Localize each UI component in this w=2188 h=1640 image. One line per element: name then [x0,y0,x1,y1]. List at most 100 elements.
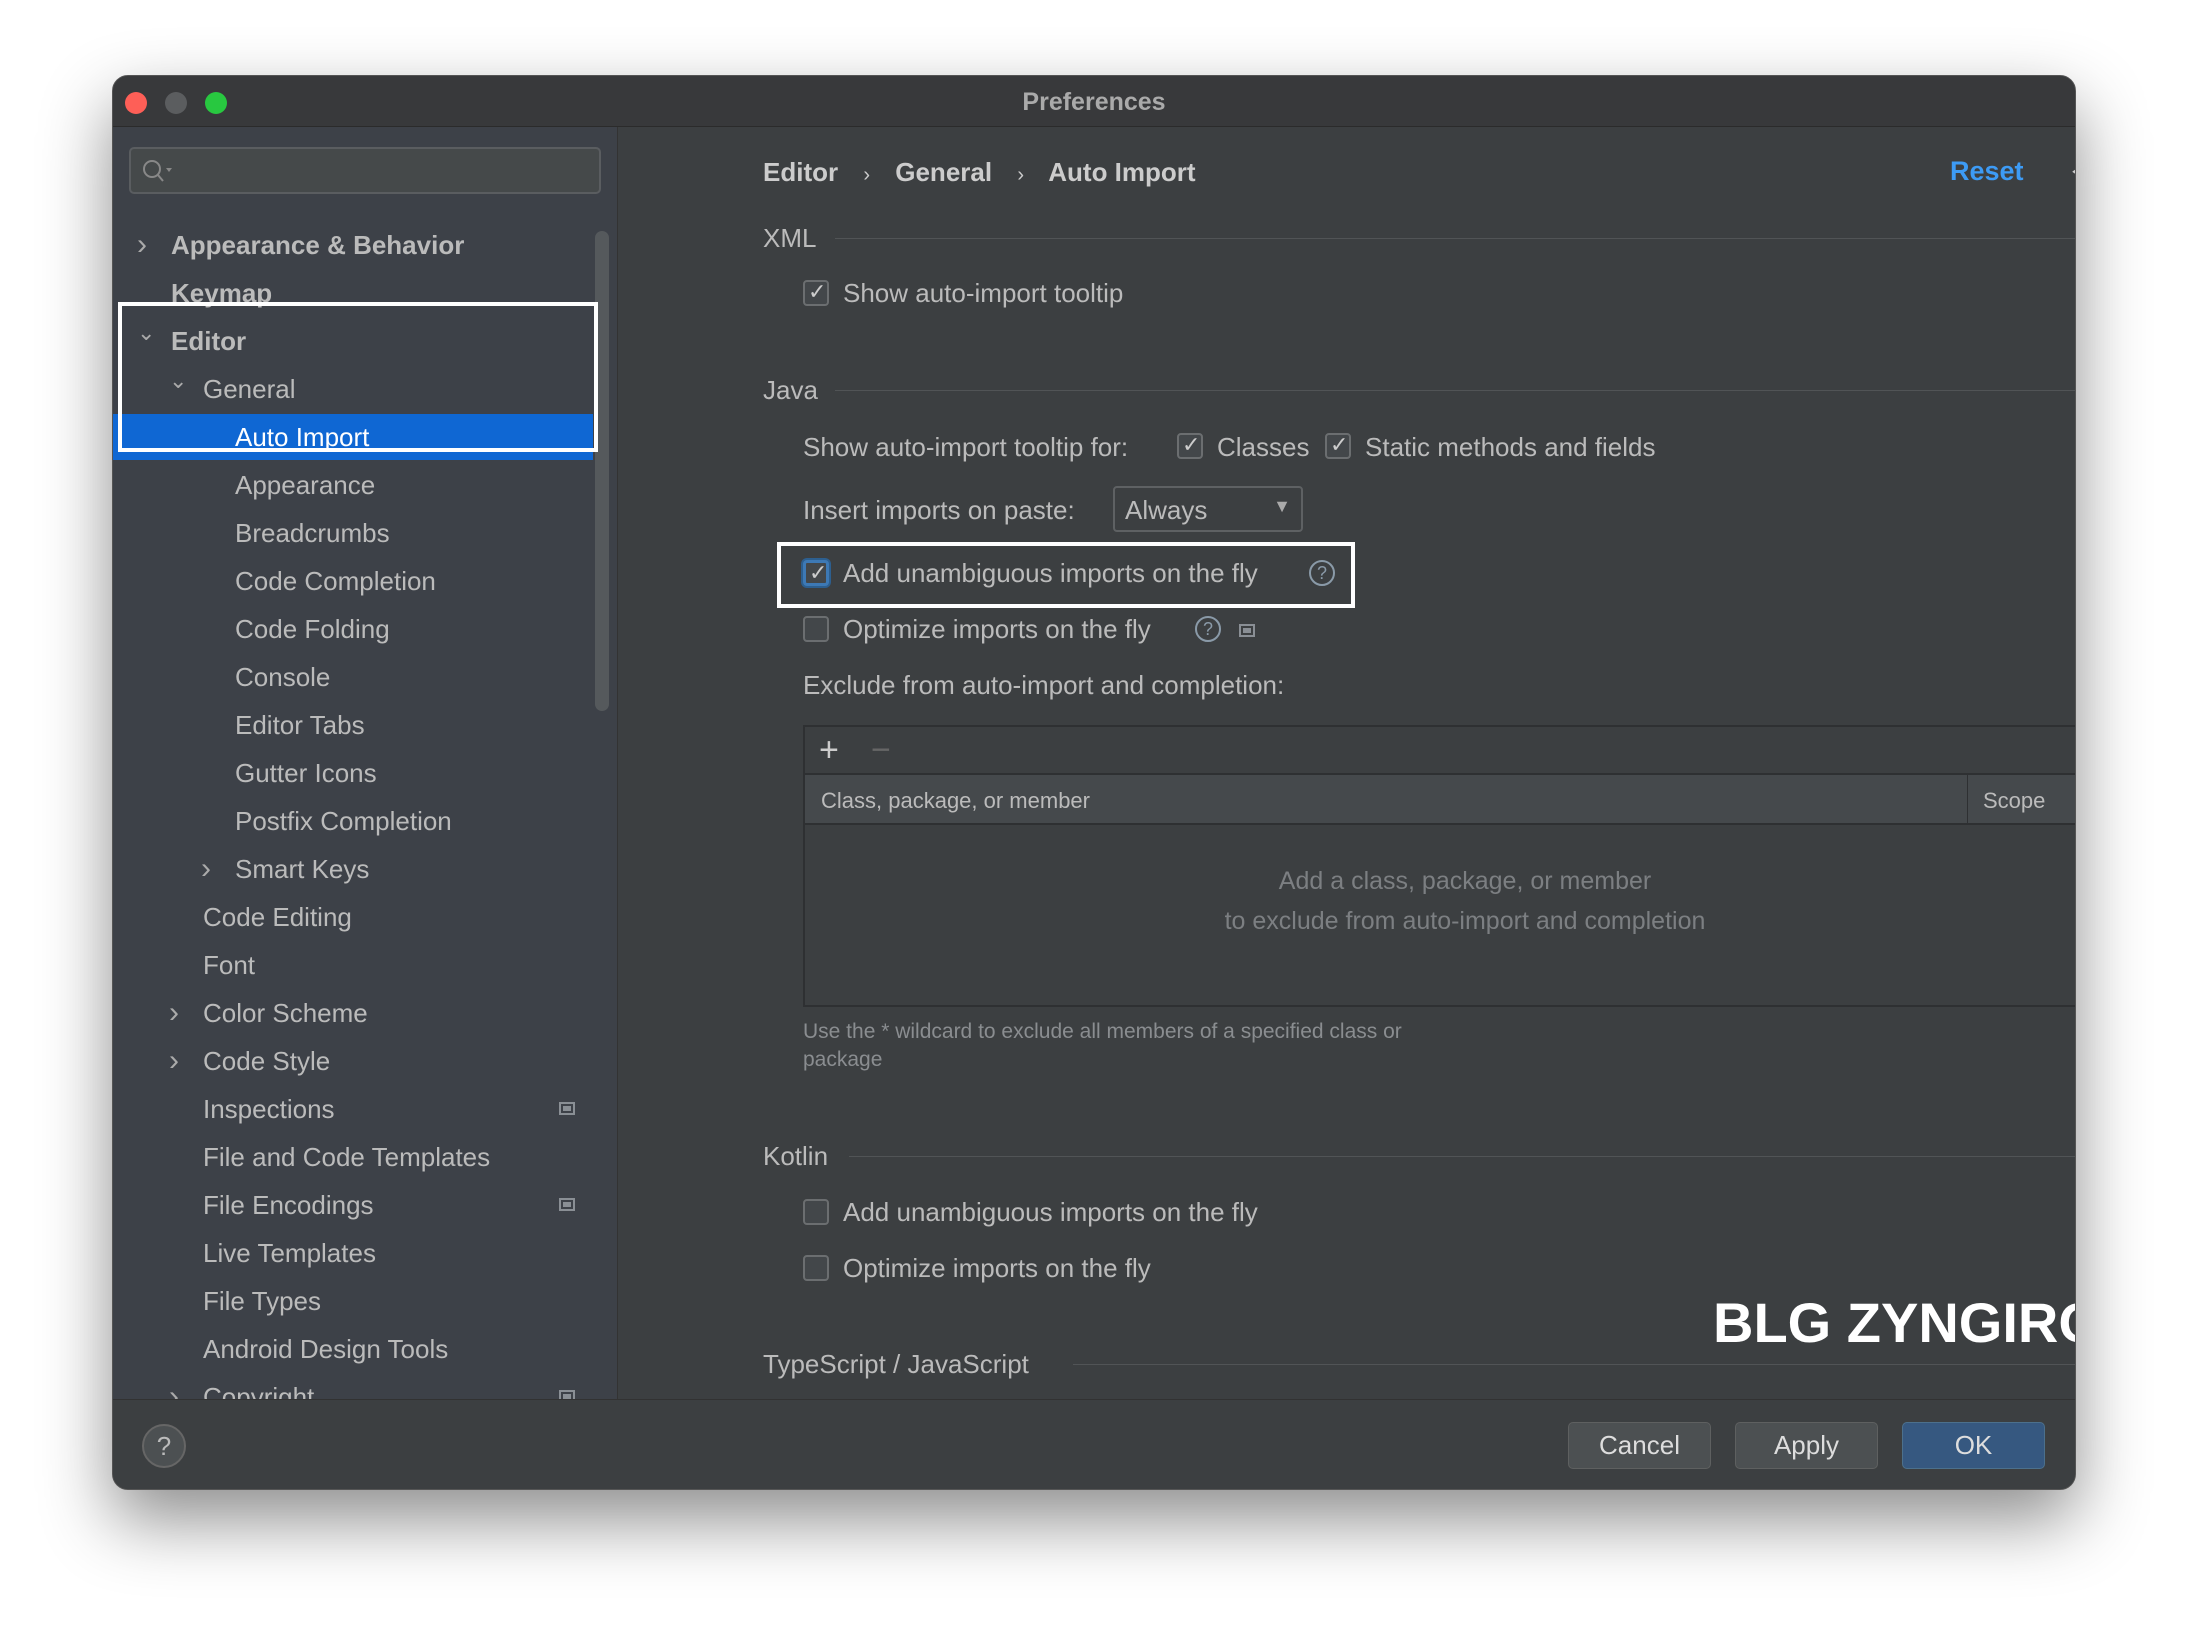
preferences-window: Preferences › Appearance & Behavior Keymap… [112,75,2076,1490]
sidebar-item[interactable]: Android Design Tools [113,1326,593,1372]
chevron-right-icon[interactable]: › [201,846,211,892]
back-arrow-icon[interactable]: ← [2066,148,2075,185]
sidebar-item-label: Postfix Completion [235,806,452,836]
column-header-class[interactable]: Class, package, or member [821,788,1090,814]
breadcrumb-item[interactable]: General [895,157,992,187]
sidebar-item-label: Console [235,662,331,692]
sidebar-item-label: Smart Keys [235,854,370,884]
sidebar-item[interactable]: Code Editing [113,894,593,940]
highlight-box-editor [118,302,598,452]
chevron-right-icon[interactable]: › [169,1038,179,1084]
sidebar-item-label: Inspections [203,1094,335,1124]
empty-table-text: to exclude from auto-import and completi… [1224,907,1706,935]
exclude-label: Exclude from auto-import and completion: [803,670,1285,700]
sidebar-item[interactable]: Postfix Completion [113,798,593,844]
ok-button[interactable]: OK [1902,1422,2045,1469]
sidebar-item[interactable]: Code Completion [113,558,593,604]
apply-button[interactable]: Apply [1735,1422,1878,1469]
sidebar-item[interactable]: › Code Style [113,1038,593,1084]
title-bar: Preferences [113,76,2075,127]
sidebar-item[interactable]: Live Templates [113,1230,593,1276]
sidebar-item[interactable]: Editor Tabs [113,702,593,748]
sidebar-item[interactable]: › Color Scheme [113,990,593,1036]
sidebar-item-label: Color Scheme [203,998,368,1028]
reset-button[interactable]: Reset [1950,156,2024,187]
section-kotlin: Kotlin [763,1141,2075,1171]
help-icon[interactable]: ? [1309,560,1335,586]
show-tooltip-xml-checkbox[interactable] [803,279,829,306]
checkbox-label: Optimize imports on the fly [843,1253,1151,1283]
divider [1073,1364,2075,1365]
sidebar-item[interactable]: Appearance [113,462,593,508]
breadcrumb-separator-icon: › [1017,164,1024,186]
sidebar-item[interactable]: Gutter Icons [113,750,593,796]
modified-indicator-icon [559,1102,575,1115]
classes-checkbox[interactable] [1177,432,1203,459]
section-title: Kotlin [763,1141,829,1171]
sidebar-item-label: File Encodings [203,1190,374,1220]
sidebar-item[interactable]: Console [113,654,593,700]
column-divider [1967,775,1968,823]
sidebar-item[interactable]: File Encodings [113,1182,593,1228]
search-input[interactable] [129,147,601,194]
divider [835,238,2075,239]
search-icon [143,160,172,182]
sidebar-item[interactable]: Breadcrumbs [113,510,593,556]
add-unambiguous-kotlin-checkbox[interactable] [803,1199,829,1225]
sidebar-item[interactable]: File Types [113,1278,593,1324]
sidebar-item-label: Code Style [203,1046,331,1076]
breadcrumb-separator-icon: › [863,164,871,186]
chevron-right-icon[interactable]: › [137,222,147,268]
table-toolbar: + − [805,727,2075,775]
static-methods-checkbox[interactable] [1325,432,1351,459]
sidebar-item[interactable]: Inspections [113,1086,593,1132]
sidebar-item[interactable]: File and Code Templates [113,1134,593,1180]
add-icon[interactable]: + [819,731,839,770]
sidebar-item-label: Appearance & Behavior [171,230,465,260]
table-header: Class, package, or member Scope [805,775,2075,825]
sidebar-item[interactable]: › Appearance & Behavior [113,222,593,268]
help-icon[interactable]: ? [1195,616,1221,642]
remove-icon[interactable]: − [871,731,891,770]
exclude-table: + − Class, package, or member Scope Add … [803,725,2075,1007]
add-unambiguous-java-checkbox[interactable] [803,560,829,586]
insert-imports-label: Insert imports on paste: [803,495,1075,525]
sidebar-item-label: Code Completion [235,566,436,596]
optimize-kotlin-checkbox[interactable] [803,1255,829,1281]
sidebar-item-label: Live Templates [203,1238,376,1268]
checkbox-label: Static methods and fields [1365,432,1656,462]
section-xml: XML [763,223,2075,253]
breadcrumb-item[interactable]: Editor [763,157,838,187]
breadcrumb-item: Auto Import [1048,157,1196,187]
sidebar-item[interactable]: Font [113,942,593,988]
column-header-scope[interactable]: Scope [1983,788,2045,814]
checkbox-label: Classes [1217,432,1310,462]
section-title: TypeScript / JavaScript [763,1349,1029,1379]
sidebar-item-label: Breadcrumbs [235,518,390,548]
sidebar-item[interactable]: › Smart Keys [113,846,593,892]
modified-indicator-icon [559,1198,575,1211]
checkbox-label: Add unambiguous imports on the fly [843,1197,1258,1227]
checkbox-label: Show auto-import tooltip [843,278,1124,308]
sidebar-item-label: File Types [203,1286,322,1316]
optimize-java-checkbox[interactable] [803,616,829,642]
section-title: Java [763,375,818,405]
chevron-right-icon[interactable]: › [169,990,179,1036]
section-java: Java [763,375,2075,405]
sidebar-item-label: Font [203,950,256,980]
help-button[interactable]: ? [142,1424,186,1468]
divider [849,1156,2075,1157]
tooltip-for-label: Show auto-import tooltip for: [803,432,1129,462]
checkbox-label: Add unambiguous imports on the fly [843,558,1258,588]
insert-imports-dropdown[interactable]: Always ▼ [1113,486,1303,532]
cancel-button[interactable]: Cancel [1568,1422,1711,1469]
breadcrumb: Editor › General › Auto Import [763,157,1196,188]
wildcard-hint: package [803,1048,883,1071]
sidebar-item-label: Gutter Icons [235,758,377,788]
empty-table-text: Add a class, package, or member [1278,867,1652,895]
window-title: Preferences [1022,88,1166,116]
sidebar-item[interactable]: Code Folding [113,606,593,652]
wildcard-hint: Use the * wildcard to exclude all member… [803,1020,1402,1043]
section-typescript: TypeScript / JavaScript [763,1349,2075,1379]
checkbox-label: Optimize imports on the fly [843,614,1151,644]
